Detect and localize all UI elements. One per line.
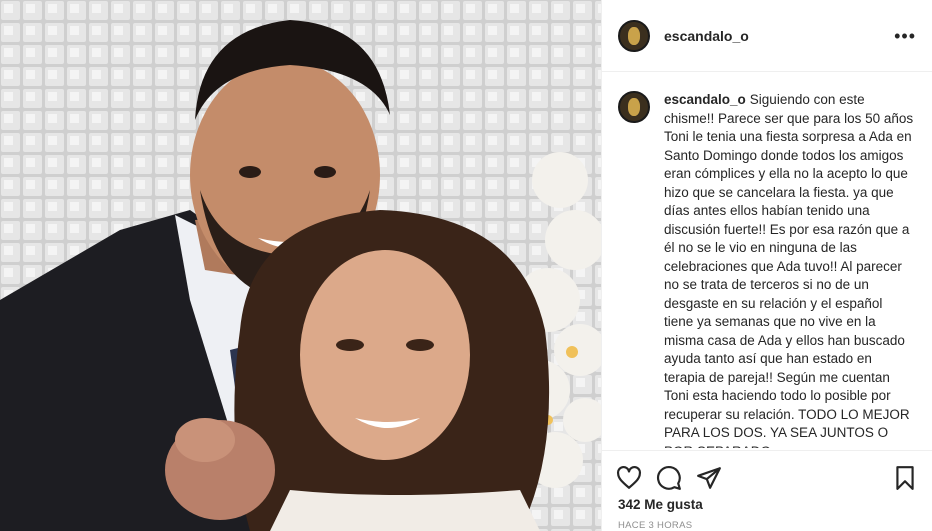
action-bar [602,450,932,496]
post-photo[interactable] [0,0,601,531]
caption-section: escandalo_o Siguiendo con este chisme!! P… [602,73,932,448]
post-image [0,0,601,531]
post-header: escandalo_o ••• [602,0,932,72]
post-timestamp[interactable]: HACE 3 HORAS [618,520,692,531]
avatar[interactable] [618,19,650,52]
caption-body: Siguiendo con este chisme!! Parece ser q… [664,92,914,448]
post-side-panel: escandalo_o ••• escandalo_o Siguiendo con… [601,0,932,531]
share-icon[interactable] [696,465,722,491]
caption-avatar[interactable] [618,91,650,123]
likes-count[interactable]: 342 Me gusta [618,497,703,512]
username-link[interactable]: escandalo_o [664,28,749,44]
more-options-icon[interactable]: ••• [894,27,916,45]
caption-username[interactable]: escandalo_o [664,92,746,107]
heart-icon[interactable] [616,465,642,491]
caption-text: escandalo_o Siguiendo con este chisme!! P… [664,91,914,448]
bookmark-icon[interactable] [892,465,918,491]
comment-icon[interactable] [656,465,682,491]
